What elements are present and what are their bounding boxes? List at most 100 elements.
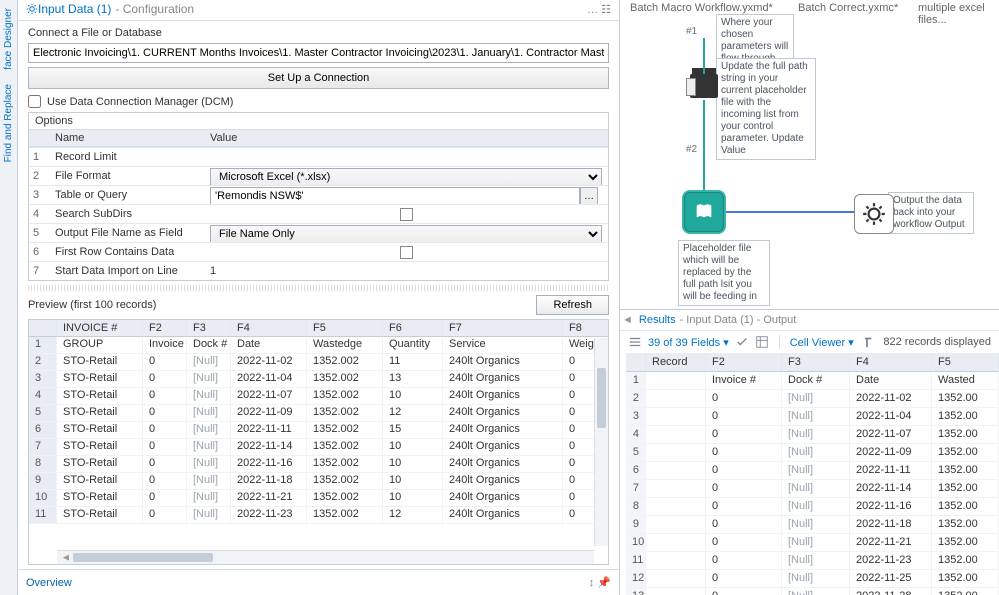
preview-cell[interactable]: 0 — [143, 490, 187, 507]
preview-cell[interactable]: 1352.002 — [307, 422, 383, 439]
preview-col-header[interactable]: INVOICE # — [57, 320, 143, 337]
preview-cell[interactable]: 240lt Organics — [443, 439, 563, 456]
results-row-num[interactable]: 1 — [626, 372, 646, 390]
preview-cell[interactable]: 240lt Organics — [443, 354, 563, 371]
metadata-icon[interactable] — [755, 335, 769, 349]
results-col-header[interactable]: F3 — [782, 353, 850, 372]
option-3-input[interactable] — [210, 187, 580, 205]
results-cell[interactable]: 2022-11-14 — [850, 480, 932, 498]
preview-cell[interactable]: [Null] — [187, 422, 231, 439]
macro-output-tool[interactable] — [854, 194, 894, 234]
results-cell[interactable]: 2022-11-04 — [850, 408, 932, 426]
interface-designer-tab[interactable]: face Designer — [3, 4, 14, 74]
preview-row-num[interactable]: 7 — [29, 439, 57, 456]
file-path-input[interactable] — [28, 43, 609, 63]
results-cell[interactable] — [646, 372, 706, 390]
results-cell[interactable]: Dock # — [782, 372, 850, 390]
results-cell[interactable]: 0 — [706, 570, 782, 588]
results-cell[interactable]: 2022-11-07 — [850, 426, 932, 444]
results-row-num[interactable]: 13 — [626, 588, 646, 595]
preview-cell[interactable]: [Null] — [187, 354, 231, 371]
preview-cell[interactable]: 240lt Organics — [443, 507, 563, 524]
results-cell[interactable] — [646, 534, 706, 552]
results-cell[interactable]: 1352.00 — [932, 444, 999, 462]
results-cell[interactable]: 2022-11-02 — [850, 390, 932, 408]
setup-connection-button[interactable]: Set Up a Connection — [28, 67, 609, 89]
preview-cell[interactable]: 1352.002 — [307, 507, 383, 524]
results-row-num[interactable]: 4 — [626, 426, 646, 444]
results-col-header[interactable]: Record — [646, 353, 706, 372]
results-cell[interactable]: 0 — [706, 516, 782, 534]
option-3-browse[interactable]: … — [580, 187, 598, 205]
results-cell[interactable]: 2022-11-25 — [850, 570, 932, 588]
results-cell[interactable]: [Null] — [782, 552, 850, 570]
preview-cell[interactable]: 2022-11-02 — [231, 354, 307, 371]
preview-cell[interactable]: [Null] — [187, 439, 231, 456]
results-cell[interactable]: [Null] — [782, 480, 850, 498]
preview-cell[interactable]: STO-Retail — [57, 490, 143, 507]
results-cell[interactable]: 1352.00 — [932, 462, 999, 480]
results-cell[interactable]: 0 — [706, 390, 782, 408]
results-cell[interactable]: 0 — [706, 552, 782, 570]
preview-cell[interactable]: 1 — [29, 337, 57, 354]
preview-col-header[interactable]: F4 — [231, 320, 307, 337]
results-cell[interactable]: Wasted — [932, 372, 999, 390]
results-cell[interactable]: Invoice # — [706, 372, 782, 390]
results-row-num[interactable]: 10 — [626, 534, 646, 552]
preview-cell[interactable]: 10 — [383, 473, 443, 490]
preview-cell[interactable]: 0 — [143, 422, 187, 439]
preview-cell[interactable]: STO-Retail — [57, 388, 143, 405]
preview-cell[interactable]: 10 — [383, 456, 443, 473]
preview-row-num[interactable]: 3 — [29, 371, 57, 388]
preview-cell[interactable]: STO-Retail — [57, 473, 143, 490]
preview-cell[interactable]: 15 — [383, 422, 443, 439]
preview-cell[interactable]: STO-Retail — [57, 456, 143, 473]
results-col-header[interactable]: F5 — [932, 353, 999, 372]
results-cell[interactable]: 1352.00 — [932, 498, 999, 516]
preview-cell[interactable]: 0 — [143, 371, 187, 388]
preview-scrollbar-vertical[interactable] — [594, 338, 608, 546]
preview-cell[interactable]: 12 — [383, 405, 443, 422]
results-row-num[interactable]: 11 — [626, 552, 646, 570]
preview-cell[interactable]: 1352.002 — [307, 456, 383, 473]
preview-cell[interactable]: 2022-11-16 — [231, 456, 307, 473]
results-row-num[interactable]: 5 — [626, 444, 646, 462]
cell-viewer-dropdown[interactable]: Cell Viewer ▾ — [790, 336, 854, 349]
preview-cell[interactable]: 0 — [143, 354, 187, 371]
results-cell[interactable]: 0 — [706, 408, 782, 426]
preview-row-num[interactable]: 9 — [29, 473, 57, 490]
results-cell[interactable] — [646, 390, 706, 408]
preview-cell[interactable]: Date — [231, 337, 307, 354]
check-icon[interactable] — [735, 335, 749, 349]
results-cell[interactable]: 0 — [706, 534, 782, 552]
preview-cell[interactable]: 1352.002 — [307, 473, 383, 490]
results-cell[interactable]: 0 — [706, 444, 782, 462]
refresh-button[interactable]: Refresh — [536, 295, 609, 315]
preview-cell[interactable]: 1352.002 — [307, 439, 383, 456]
preview-cell[interactable]: STO-Retail — [57, 507, 143, 524]
preview-row-num[interactable]: 2 — [29, 354, 57, 371]
results-cell[interactable]: [Null] — [782, 426, 850, 444]
preview-cell[interactable]: 1352.002 — [307, 354, 383, 371]
results-cell[interactable]: 0 — [706, 588, 782, 595]
preview-cell[interactable]: 10 — [383, 439, 443, 456]
preview-cell[interactable]: STO-Retail — [57, 422, 143, 439]
preview-cell[interactable]: 2022-11-14 — [231, 439, 307, 456]
results-cell[interactable]: 2022-11-23 — [850, 552, 932, 570]
results-col-header[interactable]: F4 — [850, 353, 932, 372]
preview-cell[interactable]: 0 — [143, 388, 187, 405]
input-data-tool[interactable] — [684, 192, 724, 232]
preview-cell[interactable]: 2022-11-23 — [231, 507, 307, 524]
preview-cell[interactable]: 0 — [143, 473, 187, 490]
results-cell[interactable] — [646, 426, 706, 444]
results-cell[interactable]: 2022-11-28 — [850, 588, 932, 595]
preview-cell[interactable]: Dock # — [187, 337, 231, 354]
preview-col-header[interactable]: F8 — [563, 320, 609, 337]
preview-cell[interactable]: 13 — [383, 371, 443, 388]
results-cell[interactable] — [646, 480, 706, 498]
preview-cell[interactable]: 1352.002 — [307, 490, 383, 507]
preview-cell[interactable]: Service — [443, 337, 563, 354]
results-cell[interactable]: 2022-11-09 — [850, 444, 932, 462]
results-cell[interactable]: 2022-11-11 — [850, 462, 932, 480]
preview-cell[interactable]: Quantity — [383, 337, 443, 354]
